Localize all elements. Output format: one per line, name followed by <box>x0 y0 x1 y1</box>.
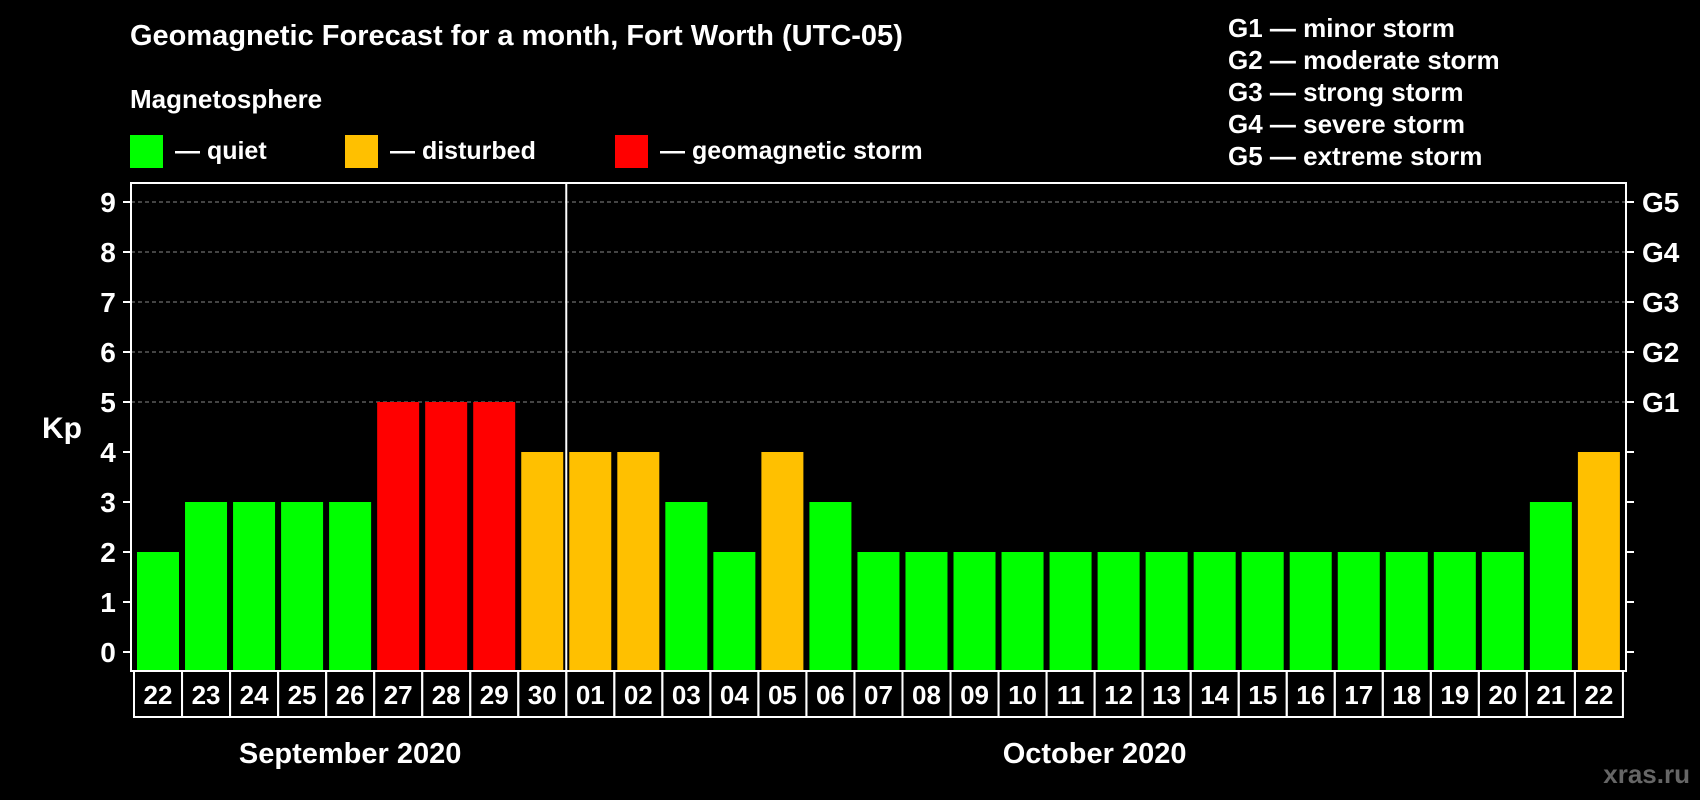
bar-13 <box>761 452 804 671</box>
x-tick-label: 06 <box>816 680 845 710</box>
bar-12 <box>713 552 756 671</box>
x-tick-label: 03 <box>672 680 701 710</box>
bar-2 <box>233 502 276 671</box>
bar-7 <box>473 402 516 671</box>
bar-25 <box>1337 552 1380 671</box>
x-tick-label: 19 <box>1440 680 1469 710</box>
x-tick-label: 12 <box>1104 680 1133 710</box>
x-tick-label: 11 <box>1057 680 1085 710</box>
x-tick-label: 09 <box>960 680 989 710</box>
bar-24 <box>1289 552 1332 671</box>
month-label-1: October 2020 <box>1003 738 1187 770</box>
x-tick-label: 30 <box>528 680 557 710</box>
bar-20 <box>1097 552 1140 671</box>
bar-9 <box>569 452 612 671</box>
x-tick-label: 24 <box>240 680 269 710</box>
bar-22 <box>1193 552 1236 671</box>
bar-30 <box>1577 452 1620 671</box>
y-tick-label: 3 <box>100 487 116 518</box>
x-tick-label: 15 <box>1248 680 1277 710</box>
bar-10 <box>617 452 660 671</box>
bar-23 <box>1241 552 1284 671</box>
y-tick-label: 1 <box>100 587 116 618</box>
y-tick-label: 7 <box>100 287 116 318</box>
y-tick-label: 6 <box>100 337 116 368</box>
bar-26 <box>1385 552 1428 671</box>
x-tick-label: 01 <box>576 680 605 710</box>
x-tick-label: 04 <box>720 680 749 710</box>
x-tick-label: 27 <box>384 680 413 710</box>
y-tick-label: 2 <box>100 537 116 568</box>
x-tick-label: 22 <box>1584 680 1613 710</box>
y-tick-label: 0 <box>100 637 116 668</box>
right-axis-label-G5: G5 <box>1642 187 1679 218</box>
x-tick-label: 29 <box>480 680 509 710</box>
bar-15 <box>857 552 900 671</box>
y-tick-label: 9 <box>100 187 116 218</box>
x-tick-label: 08 <box>912 680 941 710</box>
watermark: xras.ru <box>1603 759 1690 789</box>
right-axis-label-G2: G2 <box>1642 337 1679 368</box>
x-tick-label: 14 <box>1200 680 1229 710</box>
right-axis-label-G1: G1 <box>1642 387 1679 418</box>
kp-bar-chart: 0123456789KpG1G2G3G4G522 23 24 25 26 27 28 29 30… <box>42 182 1680 770</box>
right-axis-label-G3: G3 <box>1642 287 1679 318</box>
bar-14 <box>809 502 852 671</box>
x-tick-label: 18 <box>1392 680 1421 710</box>
bar-27 <box>1433 552 1476 671</box>
y-axis-label: Kp <box>42 412 82 445</box>
bar-8 <box>521 452 564 671</box>
y-tick-label: 5 <box>100 387 116 418</box>
bar-4 <box>329 502 372 671</box>
x-tick-label: 07 <box>864 680 893 710</box>
bar-16 <box>905 552 948 671</box>
x-tick-label: 13 <box>1152 680 1181 710</box>
y-tick-label: 4 <box>100 437 116 468</box>
bar-18 <box>1001 552 1044 671</box>
bar-6 <box>425 402 468 671</box>
bar-0 <box>137 552 179 671</box>
x-tick-label: 17 <box>1344 680 1373 710</box>
x-tick-label: 02 <box>624 680 653 710</box>
bar-28 <box>1481 552 1524 671</box>
bar-29 <box>1529 502 1572 671</box>
x-tick-label: 22 <box>144 680 173 710</box>
bar-11 <box>665 502 708 671</box>
y-tick-label: 8 <box>100 237 116 268</box>
bar-21 <box>1145 552 1188 671</box>
bar-3 <box>281 502 324 671</box>
x-tick-label: 25 <box>288 680 317 710</box>
x-tick-label: 05 <box>768 680 797 710</box>
x-tick-label: 28 <box>432 680 461 710</box>
x-tick-label: 21 <box>1536 680 1565 710</box>
x-tick-label: 16 <box>1296 680 1325 710</box>
right-axis-label-G4: G4 <box>1642 237 1680 268</box>
month-label-0: September 2020 <box>239 738 461 770</box>
bar-17 <box>953 552 996 671</box>
x-tick-label: 23 <box>192 680 221 710</box>
bar-5 <box>377 402 420 671</box>
x-tick-label: 26 <box>336 680 365 710</box>
x-tick-label: 10 <box>1008 680 1037 710</box>
x-tick-label: 20 <box>1488 680 1517 710</box>
bar-1 <box>185 502 228 671</box>
bar-19 <box>1049 552 1092 671</box>
